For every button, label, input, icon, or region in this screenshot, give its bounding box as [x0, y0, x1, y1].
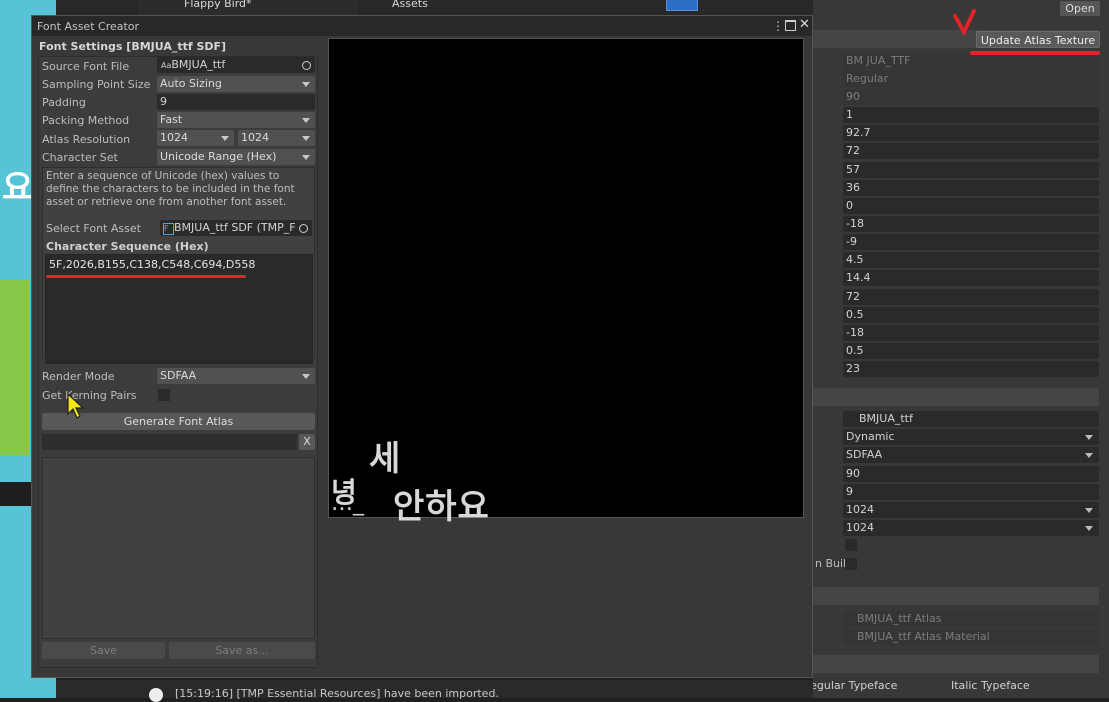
help-text: Enter a sequence of Unicode (hex) values… [46, 170, 295, 208]
update-atlas-texture-button[interactable]: Update Atlas Texture [976, 31, 1100, 48]
packing-method-dropdown[interactable]: Fast [157, 112, 315, 128]
save-as-button[interactable]: Save as... [169, 642, 315, 659]
inspector-value-row[interactable]: -18 [843, 216, 1099, 232]
inspector-sampling-size[interactable]: 90 [843, 466, 1099, 482]
padding-field[interactable]: 9 [157, 94, 315, 110]
output-log-area [42, 457, 315, 639]
inspector-value-row[interactable]: 0.5 [843, 343, 1099, 359]
select-font-asset-label: Select Font Asset [46, 222, 141, 235]
get-kerning-pairs-label: Get Kerning Pairs [42, 389, 137, 402]
console-message[interactable]: [15:19:16] [TMP Essential Resources] hav… [175, 687, 499, 700]
red-checkmark-annotation [953, 9, 976, 36]
source-font-file-label: Source Font File [42, 60, 130, 73]
kebab-menu-icon[interactable]: ⋮ [772, 19, 784, 33]
inspector-render-mode[interactable]: SDFAA [843, 447, 1099, 463]
inspector-atlas-material[interactable]: BMJUA_ttf Atlas Material [843, 629, 1099, 645]
atlas-width-dropdown[interactable]: 1024 [157, 130, 234, 146]
atlas-resolution-label: Atlas Resolution [42, 133, 131, 146]
atlas-glyph-anhayo: 안하요 [393, 487, 490, 527]
red-underline-sequence [46, 275, 246, 278]
inspector-value-row[interactable]: 14.4 [843, 270, 1099, 286]
inspector-value-row[interactable]: 36 [843, 180, 1099, 196]
progress-bar [42, 434, 297, 450]
render-mode-label: Render Mode [42, 370, 115, 383]
select-font-asset-field[interactable]: F BMJUA_ttf SDF (TMP_F [160, 220, 312, 236]
render-mode-dropdown[interactable]: SDFAA [157, 368, 315, 384]
asset-thumbnail-icon[interactable] [666, 0, 698, 11]
font-weights-header [813, 655, 1099, 673]
character-set-dropdown[interactable]: Unicode Range (Hex) [157, 149, 315, 165]
inspector-multi-atlas-checkbox[interactable] [845, 539, 857, 551]
inspector-value-row[interactable]: 0 [843, 198, 1099, 214]
inspector-value-row[interactable]: 0.5 [843, 307, 1099, 323]
get-kerning-pairs-checkbox[interactable] [158, 389, 170, 401]
atlas-glyph-ellipsis: …_ [331, 491, 364, 516]
inspector-value-row[interactable]: 72 [843, 289, 1099, 305]
character-sequence-value: 5F,2026,B155,C138,C548,C694,D558 [49, 258, 256, 271]
sampling-point-size-dropdown[interactable]: Auto Sizing [157, 76, 315, 92]
inspector-value-row[interactable]: -18 [843, 325, 1099, 341]
save-button[interactable]: Save [42, 642, 165, 659]
inspector-value-row[interactable]: 72 [843, 143, 1099, 159]
inspector-value-row[interactable]: 57 [843, 162, 1099, 178]
project-assets-label[interactable]: Assets [392, 0, 428, 10]
font-asset-picker-icon[interactable] [299, 224, 308, 233]
font-icon: Aa [161, 61, 172, 70]
info-icon [149, 688, 163, 702]
inspector-value-row[interactable]: 4.5 [843, 252, 1099, 268]
regular-typeface-label: Regular Typeface [803, 679, 898, 692]
font-settings-header: Font Settings [BMJUA_ttf SDF] [39, 40, 227, 53]
red-underline-update [970, 51, 1100, 55]
character-sequence-label: Character Sequence (Hex) [46, 240, 209, 253]
font-asset-icon: F [163, 223, 174, 235]
inspector-value-row[interactable]: 1 [843, 107, 1099, 123]
inspector-population-mode[interactable]: Dynamic [843, 429, 1099, 445]
inspector-padding[interactable]: 9 [843, 484, 1099, 500]
atlas-preview: 세 녕 …_ 안하요 [328, 38, 804, 527]
source-font-file-field[interactable]: AaBMJUA_ttf [157, 57, 315, 73]
atlas-glyph-se: 세 [369, 439, 401, 479]
inspector-atlas-texture[interactable]: BMJUA_ttf Atlas [843, 611, 1099, 627]
font-asset-creator-window: Font Asset Creator ⋮ ✕ Font Settings [BM… [31, 15, 813, 678]
open-button[interactable]: Open [1060, 1, 1100, 16]
inspector-value-row[interactable]: Regular [843, 71, 1099, 87]
inspector-value-row[interactable]: 92.7 [843, 125, 1099, 141]
mouse-cursor-icon [67, 392, 85, 419]
inspector-value-row[interactable]: 90 [843, 89, 1099, 105]
generation-settings-header [813, 388, 1099, 406]
inspector-source-font[interactable]: BMJUA_ttf [843, 411, 1099, 427]
inspector-atlas-height[interactable]: 1024 [843, 520, 1099, 536]
inspector-value-row[interactable]: BM JUA_TTF [843, 53, 1099, 69]
atlas-material-header [813, 587, 1099, 605]
inspector-atlas-width[interactable]: 1024 [843, 502, 1099, 518]
packing-method-label: Packing Method [42, 114, 130, 127]
padding-label: Padding [42, 96, 86, 109]
window-title: Font Asset Creator [37, 20, 140, 33]
sampling-point-size-label: Sampling Point Size [42, 78, 151, 91]
object-picker-icon[interactable] [302, 61, 311, 70]
inspector-clear-build-checkbox[interactable] [845, 558, 857, 570]
atlas-height-dropdown[interactable]: 1024 [238, 130, 315, 146]
clear-progress-button[interactable]: X [299, 434, 315, 450]
game-view-text: 요 [2, 168, 34, 208]
inspector-value-row[interactable]: 23 [843, 361, 1099, 377]
hierarchy-item-flappy-bird[interactable]: Flappy Bird* [184, 0, 252, 10]
character-set-label: Character Set [42, 151, 118, 164]
window-title-bar: Font Asset Creator ⋮ ✕ [32, 16, 812, 36]
game-view-ground [0, 280, 30, 455]
character-sequence-input[interactable]: 5F,2026,B155,C138,C548,C694,D558 [45, 254, 313, 364]
maximize-icon[interactable] [785, 20, 796, 31]
italic-typeface-label: Italic Typeface [951, 679, 1030, 692]
inspector-value-row[interactable]: -9 [843, 234, 1099, 250]
close-icon[interactable]: ✕ [799, 17, 810, 32]
